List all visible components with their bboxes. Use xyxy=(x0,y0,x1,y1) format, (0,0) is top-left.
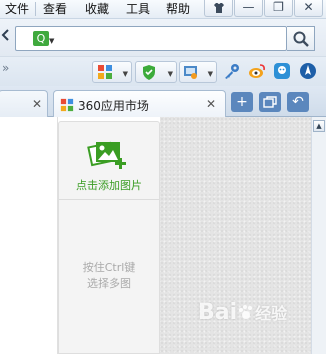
page-content: 点击添加图片 按住Ctrl键 选择多图 ▲ Bai 经验 xyxy=(0,117,326,354)
apps-grid-icon xyxy=(60,98,74,112)
shield-icon xyxy=(143,65,155,80)
undo-close-tab-button[interactable]: ↶ xyxy=(287,92,309,112)
new-tab-button[interactable]: + xyxy=(231,92,253,112)
address-bar[interactable]: Q ▼ xyxy=(15,26,287,51)
tab-close-button[interactable]: ✕ xyxy=(32,97,42,111)
window-controls: — ❐ ✕ xyxy=(203,0,326,19)
chat-icon[interactable] xyxy=(273,62,291,80)
menu-divider xyxy=(35,2,36,16)
tabs-icon xyxy=(263,96,277,108)
scroll-up-arrow-icon[interactable]: ▲ xyxy=(313,120,325,132)
add-picture-icon xyxy=(87,141,126,169)
close-button[interactable]: ✕ xyxy=(294,0,323,17)
hint-line-1: 按住Ctrl键 xyxy=(82,261,136,274)
watermark-text: Bai xyxy=(198,300,238,325)
security-button[interactable]: ▼ xyxy=(135,61,177,83)
chevron-down-icon[interactable]: ▼ xyxy=(168,70,173,78)
chevron-down-icon[interactable]: ▼ xyxy=(123,70,128,78)
menu-view[interactable]: 查看 xyxy=(43,1,67,17)
add-image-button[interactable]: 点击添加图片 xyxy=(59,122,159,200)
toolbar-overflow[interactable]: » xyxy=(2,61,9,75)
weibo-icon[interactable] xyxy=(248,62,266,80)
chevron-down-icon[interactable]: ▼ xyxy=(49,37,54,45)
search-button[interactable] xyxy=(287,26,315,51)
menu-favorites[interactable]: 收藏 xyxy=(85,1,109,17)
back-chevron-icon[interactable] xyxy=(0,28,16,48)
vertical-scrollbar[interactable]: ▲ xyxy=(311,117,326,354)
screenshot-button[interactable]: ▼ xyxy=(179,61,217,83)
apps-button[interactable]: ▼ xyxy=(92,61,132,83)
add-image-label: 点击添加图片 xyxy=(76,179,142,192)
menu-bar: 文件 查看 收藏 工具 帮助 — ❐ ✕ xyxy=(0,0,326,19)
baidu-watermark: Bai 经验 xyxy=(198,300,287,325)
menu-file[interactable]: 文件 xyxy=(5,1,29,17)
key-icon[interactable] xyxy=(223,62,241,80)
watermark-text-2: 经验 xyxy=(255,304,288,323)
tab-previous[interactable]: ✕ xyxy=(0,90,48,117)
menu-help[interactable]: 帮助 xyxy=(166,1,190,17)
skin-button[interactable] xyxy=(204,0,233,17)
toolbar: » ▼ ▼ ▼ xyxy=(0,56,326,86)
share-icon[interactable] xyxy=(299,62,317,80)
content-left-area xyxy=(0,117,58,354)
shirt-icon xyxy=(213,3,224,13)
tab-title: 360应用市场 xyxy=(78,99,149,113)
apps-grid-icon xyxy=(98,65,112,79)
tab-list-button[interactable] xyxy=(259,92,281,112)
multi-select-hint: 按住Ctrl键 选择多图 xyxy=(59,260,159,292)
restore-button[interactable]: ❐ xyxy=(264,0,293,17)
minimize-button[interactable]: — xyxy=(234,0,263,17)
screenshot-icon xyxy=(184,66,197,79)
paw-icon xyxy=(239,305,253,319)
browser-window: 文件 查看 收藏 工具 帮助 — ❐ ✕ Q ▼ » ▼ ▼ ▼ ✕ 360应用… xyxy=(0,0,326,354)
menu-tools[interactable]: 工具 xyxy=(126,1,150,17)
tab-app-market[interactable]: 360应用市场 ✕ xyxy=(53,90,226,117)
image-upload-panel: 点击添加图片 按住Ctrl键 选择多图 xyxy=(58,121,160,354)
site-search-icon[interactable]: Q xyxy=(33,31,49,46)
chevron-down-icon[interactable]: ▼ xyxy=(208,70,213,78)
search-icon xyxy=(293,31,309,47)
tab-close-button[interactable]: ✕ xyxy=(206,97,216,111)
hint-line-2: 选择多图 xyxy=(87,277,131,290)
